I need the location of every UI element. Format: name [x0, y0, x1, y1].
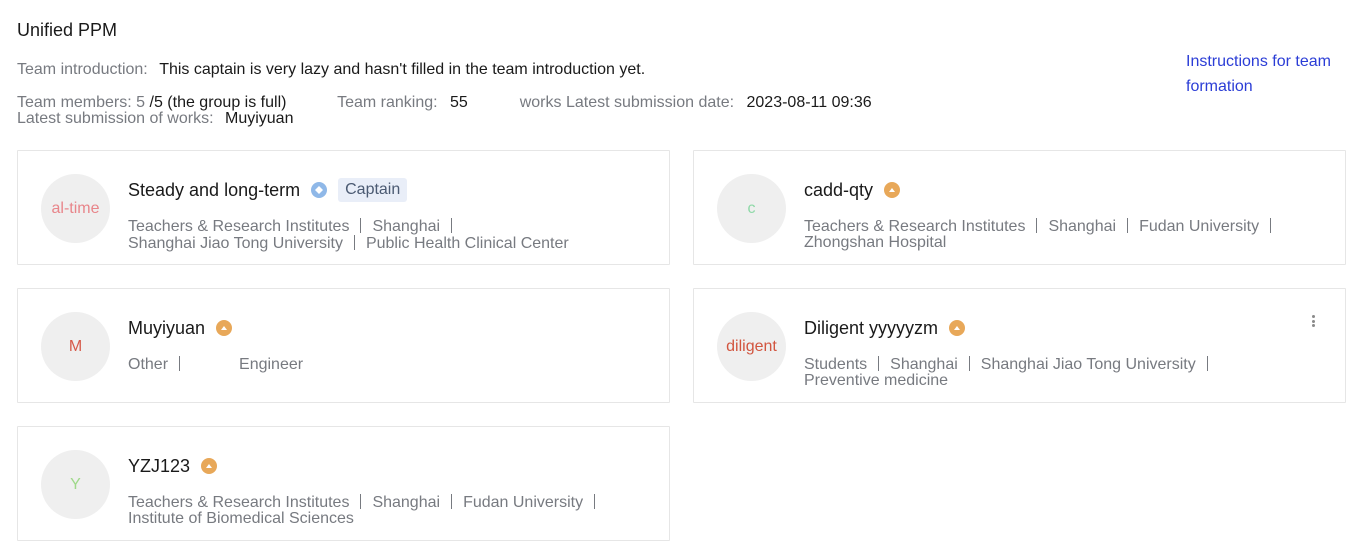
member-category: Teachers & Research Institutes	[128, 494, 350, 511]
members-label: Team members: 5	[17, 94, 146, 111]
intro-label: Team introduction:	[17, 61, 148, 78]
member-card: Y YZJ123 Teachers & Research Institutes S…	[17, 426, 670, 541]
member-name: Diligent yyyyyzm	[804, 317, 939, 338]
works-date-value: 2023-08-11 09:36	[746, 94, 872, 111]
avatar-text: al-time	[51, 199, 100, 217]
member-card: al-time Steady and long-term Captain Tea…	[17, 150, 670, 265]
instructions-link[interactable]: Instructions for team formation	[1186, 49, 1351, 99]
team-introduction: Team introduction: This captain is very …	[17, 61, 645, 79]
member-info: Teachers & Research Institutes Shanghai S…	[128, 218, 648, 252]
more-vertical-icon[interactable]	[1309, 313, 1317, 329]
diamond-badge-icon	[311, 182, 328, 198]
latest-submitter-value: Muyiyuan	[224, 110, 294, 127]
chevron-up-badge-icon	[949, 320, 966, 336]
chevron-up-badge-icon	[216, 320, 233, 336]
member-organization: Shanghai Jiao Tong University	[128, 235, 343, 252]
member-city: Shanghai	[372, 494, 441, 511]
member-name: YZJ123	[128, 455, 191, 476]
avatar-text: c	[747, 199, 756, 217]
avatar-text: diligent	[726, 337, 777, 355]
latest-submission: Latest submission of works: Muyiyuan	[17, 110, 293, 128]
member-category: Teachers & Research Institutes	[804, 218, 1026, 235]
member-card: diligent Diligent yyyyyzm Students Shangh…	[693, 288, 1346, 403]
avatar: M	[41, 312, 110, 381]
avatar: Y	[41, 450, 110, 519]
member-organization: Fudan University	[463, 494, 584, 511]
works-date-label: works Latest submission date:	[519, 94, 735, 111]
member-category: Teachers & Research Institutes	[128, 218, 350, 235]
member-card: c cadd-qty Teachers & Research Institute…	[693, 150, 1346, 265]
member-category: Students	[804, 356, 868, 373]
member-organization: Fudan University	[1139, 218, 1260, 235]
member-info: Students Shanghai Shanghai Jiao Tong Unive…	[804, 356, 1324, 389]
members-value: /5 (the group is full)	[149, 94, 287, 111]
member-organization: Shanghai Jiao Tong University	[980, 356, 1196, 373]
member-occupation: Engineer	[239, 356, 304, 373]
ranking-value: 55	[450, 94, 468, 111]
chevron-up-badge-icon	[884, 182, 901, 198]
ranking-label: Team ranking:	[337, 94, 438, 111]
member-department: Preventive medicine	[804, 372, 949, 389]
captain-tag: Captain	[338, 178, 408, 202]
avatar: c	[717, 174, 786, 243]
member-city: Shanghai	[1048, 218, 1117, 235]
member-info: Teachers & Research Institutes Shanghai Fu…	[128, 494, 648, 527]
member-category: Other	[128, 356, 169, 373]
avatar-text: Y	[70, 475, 81, 493]
team-name: Unified PPM	[17, 20, 118, 40]
chevron-up-badge-icon	[201, 458, 218, 474]
member-department: Institute of Biomedical Sciences	[128, 510, 354, 527]
member-name: cadd-qty	[804, 179, 874, 200]
avatar-text: M	[68, 337, 83, 355]
member-department: Zhongshan Hospital	[804, 234, 947, 251]
member-city: Shanghai	[372, 218, 441, 235]
member-info: Other Engineer	[128, 356, 648, 373]
member-city: Shanghai	[890, 356, 958, 373]
member-department: Public Health Clinical Center	[365, 235, 569, 252]
avatar: diligent	[717, 312, 786, 381]
member-name: Steady and long-term	[128, 179, 301, 200]
member-name: Muyiyuan	[128, 317, 206, 338]
intro-text: This captain is very lazy and hasn't fil…	[159, 61, 646, 78]
latest-submitter-label: Latest submission of works:	[17, 110, 214, 127]
avatar: al-time	[41, 174, 110, 243]
member-info: Teachers & Research Institutes Shanghai Fu…	[804, 218, 1324, 251]
member-card: M Muyiyuan Other Engineer	[17, 288, 670, 403]
